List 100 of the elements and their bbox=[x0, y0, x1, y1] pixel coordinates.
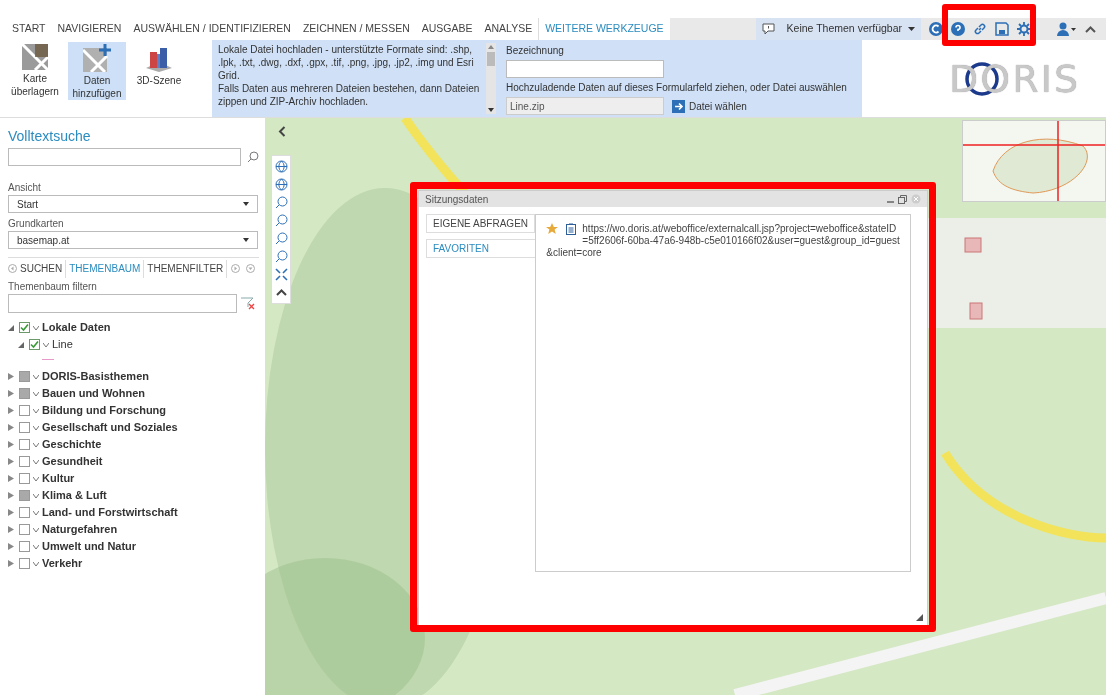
collapsed-triangle-icon[interactable] bbox=[8, 560, 16, 567]
tree-item[interactable]: Gesellschaft und Soziales bbox=[42, 419, 178, 436]
collapsed-triangle-icon[interactable] bbox=[8, 526, 16, 533]
dialog-tab[interactable]: FAVORITEN bbox=[426, 239, 536, 258]
panel-tab[interactable]: SUCHEN bbox=[17, 259, 67, 278]
tree-item[interactable]: Geschichte bbox=[42, 436, 102, 453]
link-icon[interactable] bbox=[973, 22, 987, 36]
search-icon[interactable] bbox=[247, 151, 259, 163]
panel-tab[interactable]: THEMENFILTER bbox=[144, 259, 228, 278]
scroll-right-icon[interactable] bbox=[231, 264, 241, 273]
favorite-url[interactable]: https://wo.doris.at/weboffice/externalcall.jsp?project=weboffice&stateID=5ff2606f-60ba-47a6-948b-c5e010166f02&user=guest&group_id=guest&client=core bbox=[546, 223, 900, 259]
resize-grip-icon[interactable] bbox=[916, 614, 923, 621]
collapsed-triangle-icon[interactable] bbox=[8, 407, 16, 414]
collapsed-triangle-icon[interactable] bbox=[8, 424, 16, 431]
caret-icon[interactable] bbox=[33, 459, 39, 464]
ribbon-tool-button[interactable]: 3D-Szene bbox=[130, 42, 188, 100]
menu-tab[interactable]: NAVIGIEREN bbox=[51, 18, 128, 40]
tree-item[interactable]: Land- und Forstwirtschaft bbox=[42, 504, 178, 521]
caret-icon[interactable] bbox=[43, 342, 49, 347]
menu-tab[interactable]: AUSWÄHLEN / IDENTIFIZIEREN bbox=[127, 18, 297, 40]
expanded-triangle-icon[interactable] bbox=[18, 341, 26, 348]
collapsed-triangle-icon[interactable] bbox=[8, 543, 16, 550]
caret-icon[interactable] bbox=[33, 391, 39, 396]
globe-icon[interactable] bbox=[274, 160, 288, 173]
checkbox[interactable] bbox=[19, 524, 30, 535]
tree-item[interactable]: Lokale Daten bbox=[42, 319, 111, 336]
checkbox[interactable] bbox=[19, 473, 30, 484]
restore-icon[interactable] bbox=[898, 194, 907, 204]
collapse-chevron-icon[interactable] bbox=[1085, 25, 1096, 33]
collapse-panel-icon[interactable] bbox=[278, 126, 286, 137]
tree-item[interactable]: Gesundheit bbox=[42, 453, 103, 470]
overview-map[interactable] bbox=[962, 120, 1106, 202]
checkbox[interactable] bbox=[19, 388, 30, 399]
tree-item[interactable]: Verkehr bbox=[42, 555, 83, 572]
caret-icon[interactable] bbox=[33, 493, 39, 498]
user-icon[interactable] bbox=[1057, 22, 1077, 36]
checkbox[interactable] bbox=[19, 558, 30, 569]
help-icon[interactable] bbox=[951, 22, 965, 36]
tree-item[interactable]: Naturgefahren bbox=[42, 521, 118, 538]
checkbox[interactable] bbox=[19, 541, 30, 552]
caret-icon[interactable] bbox=[33, 325, 39, 330]
collapsed-triangle-icon[interactable] bbox=[8, 373, 16, 380]
caret-icon[interactable] bbox=[33, 442, 39, 447]
star-icon[interactable] bbox=[546, 223, 559, 235]
dialog-tab[interactable]: EIGENE ABFRAGEN bbox=[426, 214, 536, 233]
collapsed-triangle-icon[interactable] bbox=[8, 441, 16, 448]
name-input[interactable] bbox=[506, 60, 664, 78]
collapsed-triangle-icon[interactable] bbox=[8, 390, 16, 397]
checkbox[interactable] bbox=[19, 490, 30, 501]
map-view[interactable]: Sitzungsdaten EIGENE ABFRAGEN FAVORITEN https://wo.doris.at/weboffice/externalcall.jsp?project=weboffice&stateID=5ff2606f-60ba-47a6-948b-c5e010166f02&user=guest&group_id=guest&client=core bbox=[265, 118, 1106, 695]
collapsed-triangle-icon[interactable] bbox=[8, 475, 16, 482]
tree-item[interactable]: Line bbox=[52, 336, 73, 353]
caret-icon[interactable] bbox=[33, 476, 39, 481]
tree-item[interactable]: Umwelt und Natur bbox=[42, 538, 137, 555]
tree-item[interactable]: Bauen und Wohnen bbox=[42, 385, 146, 402]
full-extent-icon[interactable] bbox=[274, 268, 288, 281]
collapsed-triangle-icon[interactable] bbox=[8, 492, 16, 499]
file-input[interactable]: Line.zip bbox=[506, 97, 664, 115]
view-select[interactable]: Start bbox=[8, 195, 258, 213]
c-circle-icon[interactable] bbox=[929, 22, 943, 36]
checkbox[interactable] bbox=[19, 371, 30, 382]
ribbon-tool-button[interactable]: Karte überlagern bbox=[6, 42, 64, 100]
caret-icon[interactable] bbox=[33, 544, 39, 549]
collapsed-triangle-icon[interactable] bbox=[8, 509, 16, 516]
save-icon[interactable] bbox=[995, 22, 1009, 36]
settings-icon[interactable] bbox=[1017, 22, 1031, 36]
scrollbar-thumb[interactable] bbox=[487, 51, 495, 66]
menu-tab[interactable]: START bbox=[6, 18, 52, 40]
menu-tab[interactable]: ZEICHNEN / MESSEN bbox=[296, 18, 416, 40]
clear-filter-icon[interactable] bbox=[241, 297, 255, 310]
menu-tab[interactable]: ANALYSE bbox=[478, 18, 539, 40]
search-field[interactable] bbox=[8, 148, 242, 166]
basemap-select[interactable]: basemap.at bbox=[8, 231, 258, 249]
scrollbar[interactable] bbox=[486, 43, 496, 114]
checkbox[interactable] bbox=[19, 439, 30, 450]
caret-icon[interactable] bbox=[33, 408, 39, 413]
clipboard-icon[interactable] bbox=[566, 223, 577, 235]
caret-icon[interactable] bbox=[33, 374, 39, 379]
collapsed-triangle-icon[interactable] bbox=[8, 458, 16, 465]
tree-item[interactable]: Bildung und Forschung bbox=[42, 402, 167, 419]
themes-dropdown[interactable]: Keine Themen verfügbar bbox=[755, 18, 921, 40]
tree-item[interactable]: Klima & Luft bbox=[42, 487, 107, 504]
checkbox[interactable] bbox=[29, 339, 40, 350]
expanded-triangle-icon[interactable] bbox=[8, 324, 16, 331]
caret-icon[interactable] bbox=[33, 561, 39, 566]
tree-item[interactable]: DORIS-Basisthemen bbox=[42, 368, 149, 385]
filter-field[interactable] bbox=[8, 294, 237, 313]
panel-tab[interactable]: THEMENBAUM bbox=[66, 259, 145, 278]
checkbox[interactable] bbox=[19, 507, 30, 518]
checkbox[interactable] bbox=[19, 405, 30, 416]
caret-icon[interactable] bbox=[33, 510, 39, 515]
caret-icon[interactable] bbox=[33, 527, 39, 532]
checkbox[interactable] bbox=[19, 322, 30, 333]
menu-tab[interactable]: AUSGABE bbox=[415, 18, 479, 40]
ribbon-tool-button[interactable]: Daten hinzufügen bbox=[68, 42, 126, 100]
scroll-up-icon[interactable] bbox=[488, 45, 494, 49]
caret-icon[interactable] bbox=[33, 425, 39, 430]
checkbox[interactable] bbox=[19, 422, 30, 433]
dropdown-circle-icon[interactable] bbox=[246, 264, 256, 273]
tree-item[interactable]: Kultur bbox=[42, 470, 75, 487]
